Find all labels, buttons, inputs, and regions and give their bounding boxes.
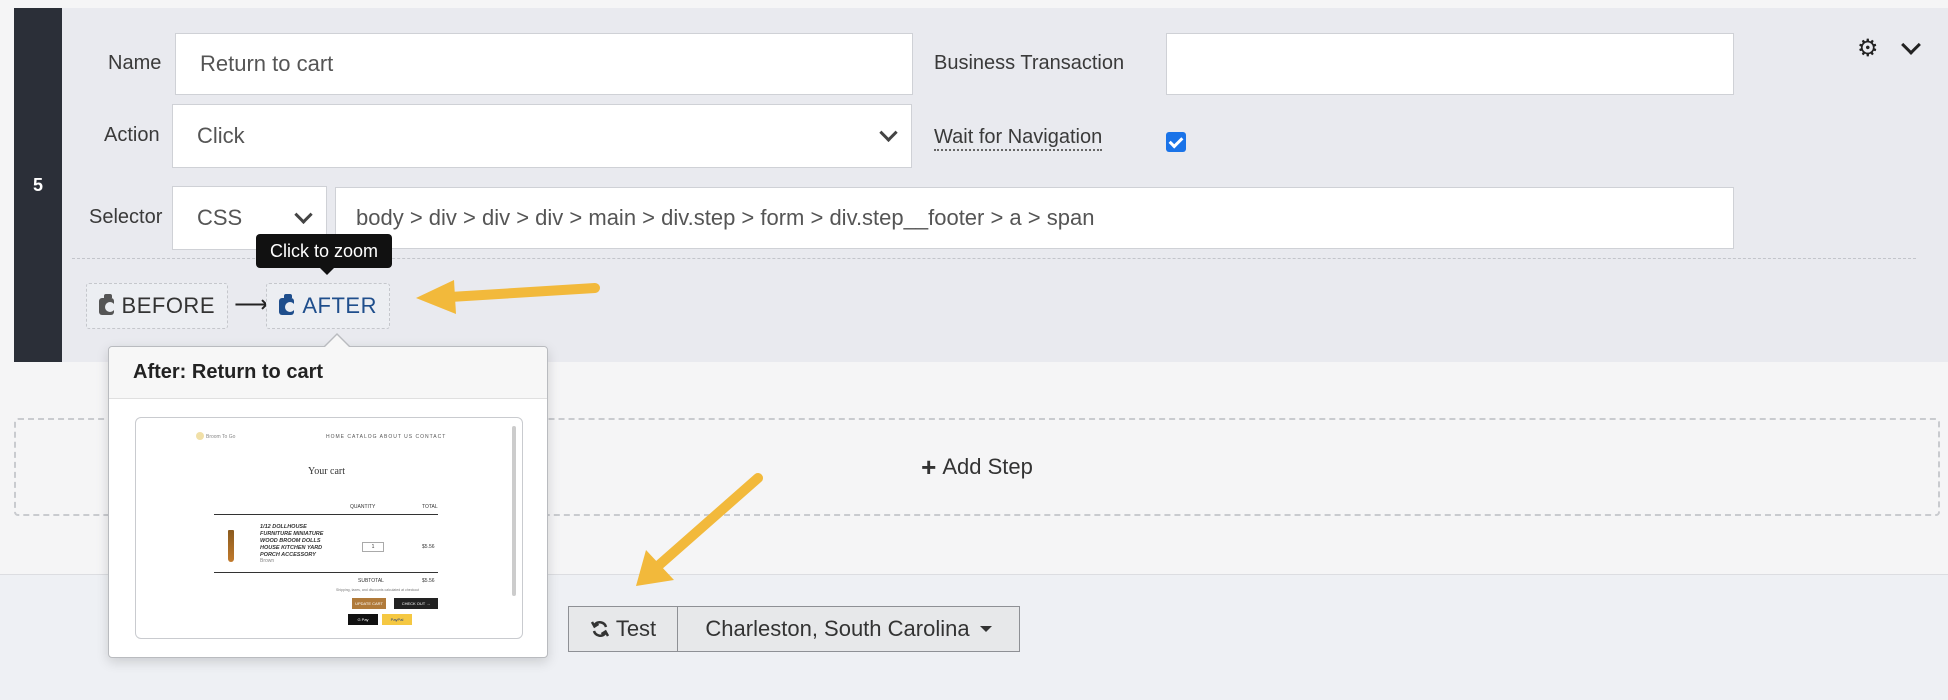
location-label: Charleston, South Carolina: [705, 616, 970, 641]
after-screenshot-button[interactable]: AFTER: [266, 283, 390, 329]
wait-for-navigation-checkbox[interactable]: [1166, 132, 1186, 152]
thumbnail-paypal-button: PayPal: [382, 614, 412, 625]
before-label: BEFORE: [121, 293, 215, 318]
selector-type-value: CSS: [197, 205, 243, 230]
selector-input[interactable]: body > div > div > div > main > div.step…: [335, 187, 1734, 249]
thumbnail-nav: HOME CATALOG ABOUT US CONTACT: [326, 434, 447, 440]
camera-icon: [99, 293, 115, 315]
tooltip: Click to zoom: [256, 234, 393, 275]
screenshot-thumbnail[interactable]: Broom To Go HOME CATALOG ABOUT US CONTAC…: [135, 417, 523, 639]
arrow-right-icon: ⟶: [234, 291, 269, 318]
thumbnail-total-header: TOTAL: [422, 504, 438, 510]
thumbnail-checkout-button: CHECK OUT →: [394, 598, 438, 609]
selector-label: Selector: [89, 206, 163, 228]
after-label: AFTER: [302, 293, 377, 318]
gear-icon[interactable]: ⚙: [1857, 34, 1879, 63]
location-dropdown[interactable]: Charleston, South Carolina: [678, 606, 1020, 652]
thumbnail-quantity-header: QUANTITY: [350, 504, 376, 510]
thumbnail-subtotal: $5.56: [422, 578, 435, 584]
refresh-icon: [590, 621, 609, 637]
business-transaction-label: Business Transaction: [934, 52, 1125, 74]
tooltip-text: Click to zoom: [270, 240, 379, 261]
plus-icon: +: [921, 451, 937, 482]
action-select-value: Click: [197, 123, 245, 148]
chevron-down-icon: [879, 123, 898, 142]
wait-for-navigation-label: Wait for Navigation: [934, 125, 1103, 151]
name-input-value: Return to cart: [200, 51, 334, 76]
thumbnail-scrollbar: [512, 426, 516, 596]
thumbnail-product-variant: Brown: [260, 558, 275, 564]
name-input[interactable]: Return to cart: [175, 33, 913, 95]
screenshot-popover: After: Return to cart Broom To Go HOME C…: [108, 333, 548, 658]
thumbnail-product-image: [228, 530, 234, 562]
thumbnail-product-name: 1/12 DOLLHOUSE FURNITURE MINIATURE WOOD …: [260, 524, 324, 558]
thumbnail-title: Your cart: [308, 466, 346, 477]
action-label: Action: [104, 124, 160, 146]
camera-icon: [279, 293, 296, 315]
step-number: 5: [14, 8, 62, 362]
before-screenshot-button[interactable]: BEFORE: [86, 283, 228, 329]
thumbnail-quantity: 1: [362, 542, 384, 552]
selector-input-value: body > div > div > div > main > div.step…: [356, 205, 1095, 230]
thumbnail-gpay-button: G Pay: [348, 614, 378, 625]
action-select[interactable]: Click: [172, 104, 912, 168]
business-transaction-input[interactable]: [1166, 33, 1734, 95]
thumbnail-line-total: $5.56: [422, 544, 435, 550]
thumbnail-subtotal-label: SUBTOTAL: [358, 578, 384, 584]
chevron-down-icon: [294, 205, 313, 224]
thumbnail-divider: [214, 514, 438, 515]
thumbnail-logo: Broom To Go: [195, 432, 236, 440]
thumbnail-divider: [214, 572, 438, 573]
thumbnail-note: Shipping, taxes, and discounts calculate…: [336, 588, 420, 592]
caret-down-icon: [979, 626, 992, 632]
add-step-label: Add Step: [942, 454, 1033, 479]
popover-title: After: Return to cart: [109, 347, 547, 399]
name-label: Name: [108, 52, 162, 74]
thumbnail-update-button: UPDATE CART: [352, 598, 386, 609]
test-button[interactable]: Test: [568, 606, 678, 652]
test-label: Test: [615, 616, 657, 641]
